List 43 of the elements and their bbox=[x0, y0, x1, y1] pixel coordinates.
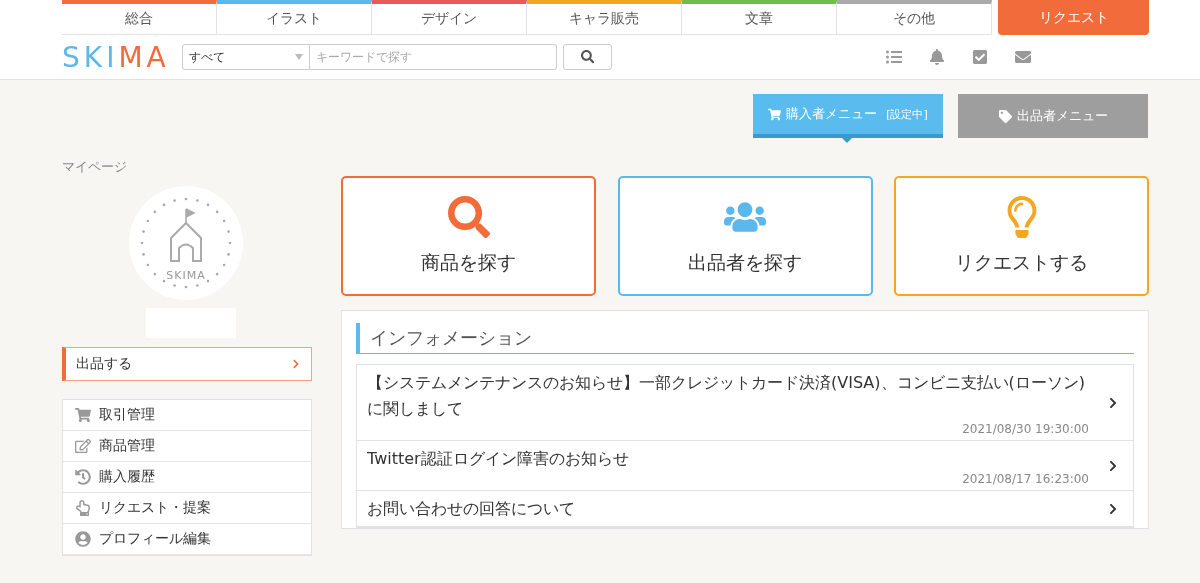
avatar: SKIMA bbox=[129, 186, 243, 300]
hand-icon bbox=[75, 500, 91, 516]
sidebar-item[interactable]: 商品管理 bbox=[63, 431, 311, 462]
checkbox-icon[interactable] bbox=[972, 49, 988, 65]
category-tab[interactable]: その他 bbox=[837, 0, 992, 35]
mail-icon[interactable] bbox=[1015, 49, 1031, 65]
sidebar-item[interactable]: プロフィール編集 bbox=[63, 524, 311, 555]
category-tab[interactable]: キャラ販売 bbox=[527, 0, 682, 35]
action-card[interactable]: リクエストする bbox=[894, 176, 1149, 296]
chevron-icon bbox=[1107, 460, 1119, 472]
category-tab[interactable]: イラスト bbox=[217, 0, 372, 35]
breadcrumb: マイページ bbox=[62, 158, 128, 176]
search-icon bbox=[447, 196, 490, 238]
cart-icon bbox=[75, 407, 91, 423]
search-field[interactable]: キーワードで探す bbox=[310, 44, 557, 70]
section-title: インフォメーション bbox=[356, 323, 1134, 354]
chevron-icon bbox=[291, 359, 301, 369]
category-tab[interactable]: 総合 bbox=[62, 0, 217, 35]
action-card[interactable]: 出品者を探す bbox=[617, 176, 873, 296]
search-button[interactable] bbox=[563, 44, 612, 70]
sidebar-item[interactable]: 取引管理 bbox=[63, 400, 311, 431]
category-select[interactable]: すべて bbox=[182, 44, 310, 70]
cart-icon bbox=[768, 107, 782, 121]
sidebar-item[interactable]: リクエスト・提案 bbox=[63, 493, 311, 524]
selection-pointer bbox=[841, 137, 853, 143]
search-icon bbox=[580, 50, 595, 64]
chevron-icon bbox=[1107, 397, 1119, 409]
list-icon[interactable] bbox=[886, 49, 902, 65]
tag-icon bbox=[998, 109, 1012, 123]
sidebar-item[interactable]: 購入履歴 bbox=[63, 462, 311, 493]
sell-button[interactable]: 出品する bbox=[62, 347, 312, 381]
action-card[interactable]: 商品を探す bbox=[341, 176, 596, 296]
news-item[interactable]: Twitter認証ログイン障害のお知らせ 2021/08/17 16:23:00 bbox=[357, 441, 1133, 491]
bell-icon[interactable] bbox=[929, 49, 945, 65]
chevron-icon bbox=[1107, 503, 1119, 515]
category-tab[interactable]: デザイン bbox=[372, 0, 527, 35]
news-item[interactable]: お問い合わせの回答について bbox=[357, 491, 1133, 527]
history-icon bbox=[75, 469, 91, 485]
user-icon bbox=[75, 531, 91, 547]
category-tab[interactable]: 文章 bbox=[682, 0, 837, 35]
news-item[interactable]: 【システムメンテナンスのお知らせ】一部クレジットカード決済(VISA)、コンビニ支払い(ローソン)に関しまして 2021/08/30 19:30:00 bbox=[357, 365, 1133, 441]
caret-icon bbox=[295, 54, 303, 60]
edit-icon bbox=[75, 438, 91, 454]
